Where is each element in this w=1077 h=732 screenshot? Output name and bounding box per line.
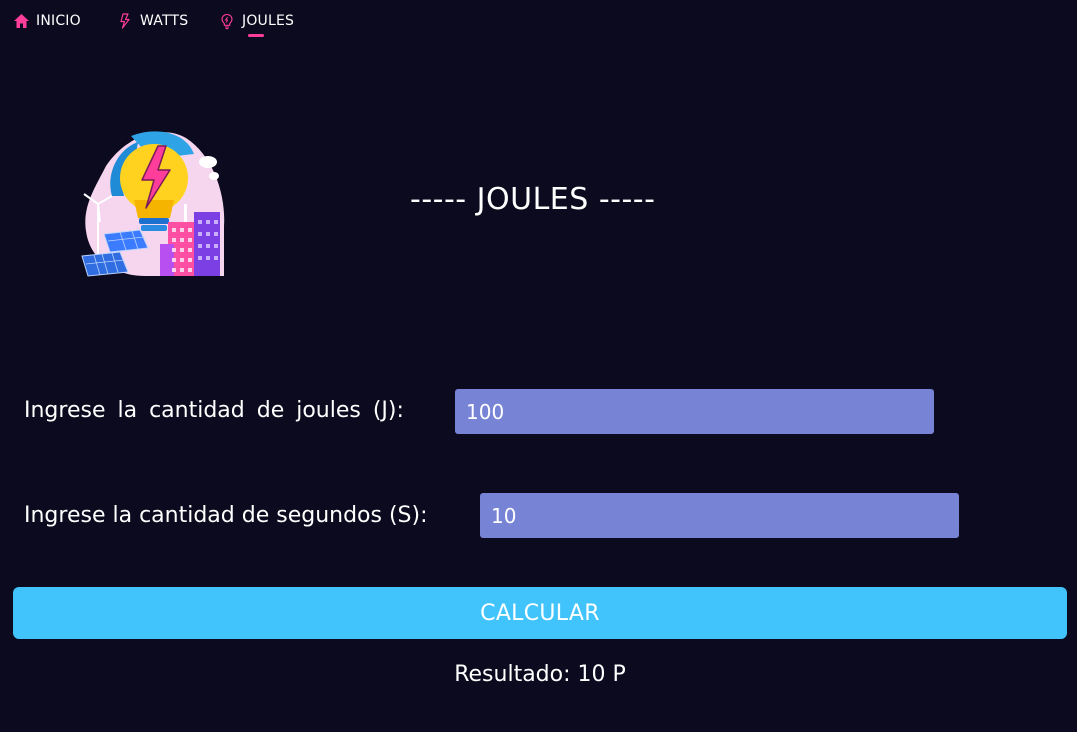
seconds-input[interactable] <box>480 493 959 538</box>
seconds-label: Ingrese la cantidad de segundos (S): <box>24 503 428 528</box>
home-icon <box>12 12 30 30</box>
nav-item-label: INICIO <box>36 13 81 29</box>
nav-item-joules[interactable]: JOULES <box>218 12 294 30</box>
joules-input[interactable] <box>455 389 934 434</box>
lightning-icon <box>116 12 134 30</box>
active-tab-indicator <box>248 34 264 37</box>
nav-item-inicio[interactable]: INICIO <box>12 12 81 30</box>
energy-lightbulb-illustration-icon <box>76 126 230 280</box>
top-navigation: INICIO WATTS JOULES <box>0 0 1077 44</box>
page-title: ----- JOULES ----- <box>410 182 656 217</box>
nav-item-label: JOULES <box>242 13 295 29</box>
result-text: Resultado: 10 P <box>454 662 626 687</box>
nav-item-watts[interactable]: WATTS <box>116 12 188 30</box>
lightbulb-icon <box>218 12 236 30</box>
calculate-button[interactable]: CALCULAR <box>13 587 1067 639</box>
joules-label: Ingrese la cantidad de joules (J): <box>24 398 404 423</box>
nav-item-label: WATTS <box>140 13 189 29</box>
